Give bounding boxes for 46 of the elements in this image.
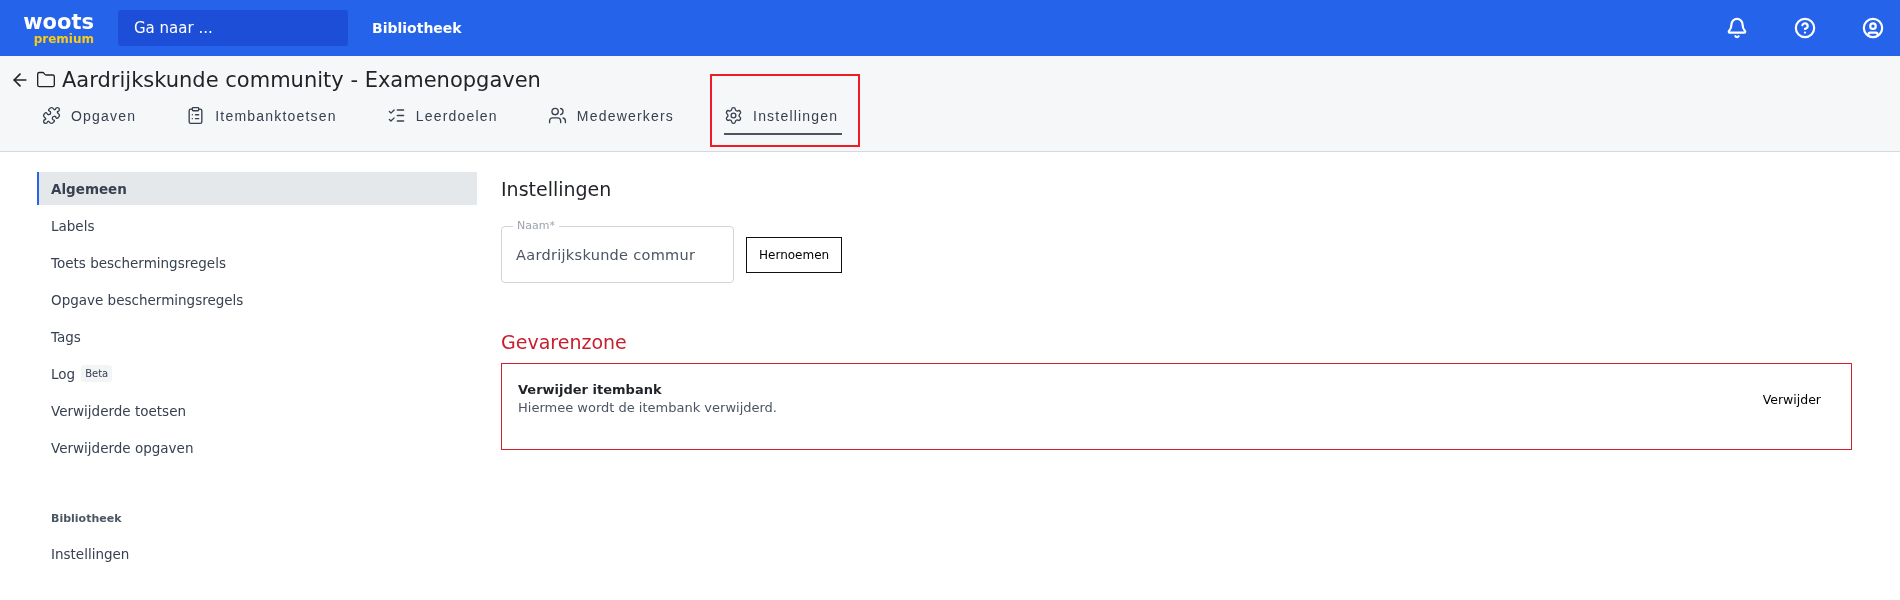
sidebar-item[interactable]: Labels xyxy=(37,209,477,242)
puzzle-icon xyxy=(42,106,61,125)
gear-icon xyxy=(724,106,744,125)
sidebar-item[interactable]: Toets beschermingsregels xyxy=(37,246,477,279)
tab[interactable]: Instellingen xyxy=(724,98,843,135)
sidebar-item[interactable]: Algemeen xyxy=(37,172,477,205)
account-icon[interactable] xyxy=(1862,17,1884,39)
help-icon[interactable] xyxy=(1794,17,1816,39)
checklist-icon xyxy=(386,106,406,125)
sidebar-item-label: Verwijderde toetsen xyxy=(51,402,186,419)
tab[interactable]: Itembanktoetsen xyxy=(186,98,341,135)
danger-item-description: Hiermee wordt de itembank verwijderd. xyxy=(518,400,778,415)
sidebar-item[interactable]: Opgave beschermingsregels xyxy=(37,283,477,316)
rename-button[interactable]: Hernoemen xyxy=(746,236,843,273)
sidebar-item[interactable]: Verwijderde toetsen xyxy=(37,394,477,427)
sidebar-item[interactable]: Log Beta xyxy=(37,357,477,390)
tab[interactable]: Opgaven xyxy=(42,98,141,135)
tab[interactable]: Leerdoelen xyxy=(386,98,502,135)
sidebar-item-label: Labels xyxy=(51,217,95,234)
sidebar-item-label: Tags xyxy=(51,328,81,345)
folder-icon xyxy=(36,70,56,90)
section-title: Bibliotheek xyxy=(51,512,123,525)
notifications-icon[interactable] xyxy=(1726,17,1748,39)
tab[interactable]: Medewerkers xyxy=(547,98,679,135)
beta-badge: Beta xyxy=(81,365,113,382)
section-heading: Instellingen xyxy=(501,178,613,200)
sidebar-item[interactable]: Tags xyxy=(37,320,477,353)
nav-link[interactable]: Bibliotheek xyxy=(372,20,462,36)
sidebar-item-label: Instellingen xyxy=(51,545,130,562)
logo[interactable]: woots premium xyxy=(14,11,94,45)
sidebar-item-label: Opgave beschermingsregels xyxy=(51,291,244,308)
danger-zone-heading: Gevarenzone xyxy=(501,331,628,353)
logo-name: woots xyxy=(23,11,94,33)
sidebar-item-label: Toets beschermingsregels xyxy=(51,254,226,271)
sidebar-item-label: Algemeen xyxy=(51,180,127,197)
clipboard-icon xyxy=(186,106,206,125)
sidebar-item[interactable]: Verwijderde opgaven xyxy=(37,431,477,464)
search-field[interactable]: Ga naar ... xyxy=(118,10,348,46)
sidebar-item-label: Log xyxy=(51,365,76,382)
logo-subtitle: premium xyxy=(33,32,94,45)
danger-item-title: Verwijder itembank xyxy=(518,382,663,397)
people-icon xyxy=(547,106,567,125)
page-title: Aardrijkskunde community - Examenopgaven xyxy=(62,68,541,92)
delete-button[interactable]: Verwijder xyxy=(1748,384,1835,415)
sidebar-item[interactable]: Instellingen xyxy=(37,537,477,570)
sidebar-item-label: Verwijderde opgaven xyxy=(51,439,194,456)
